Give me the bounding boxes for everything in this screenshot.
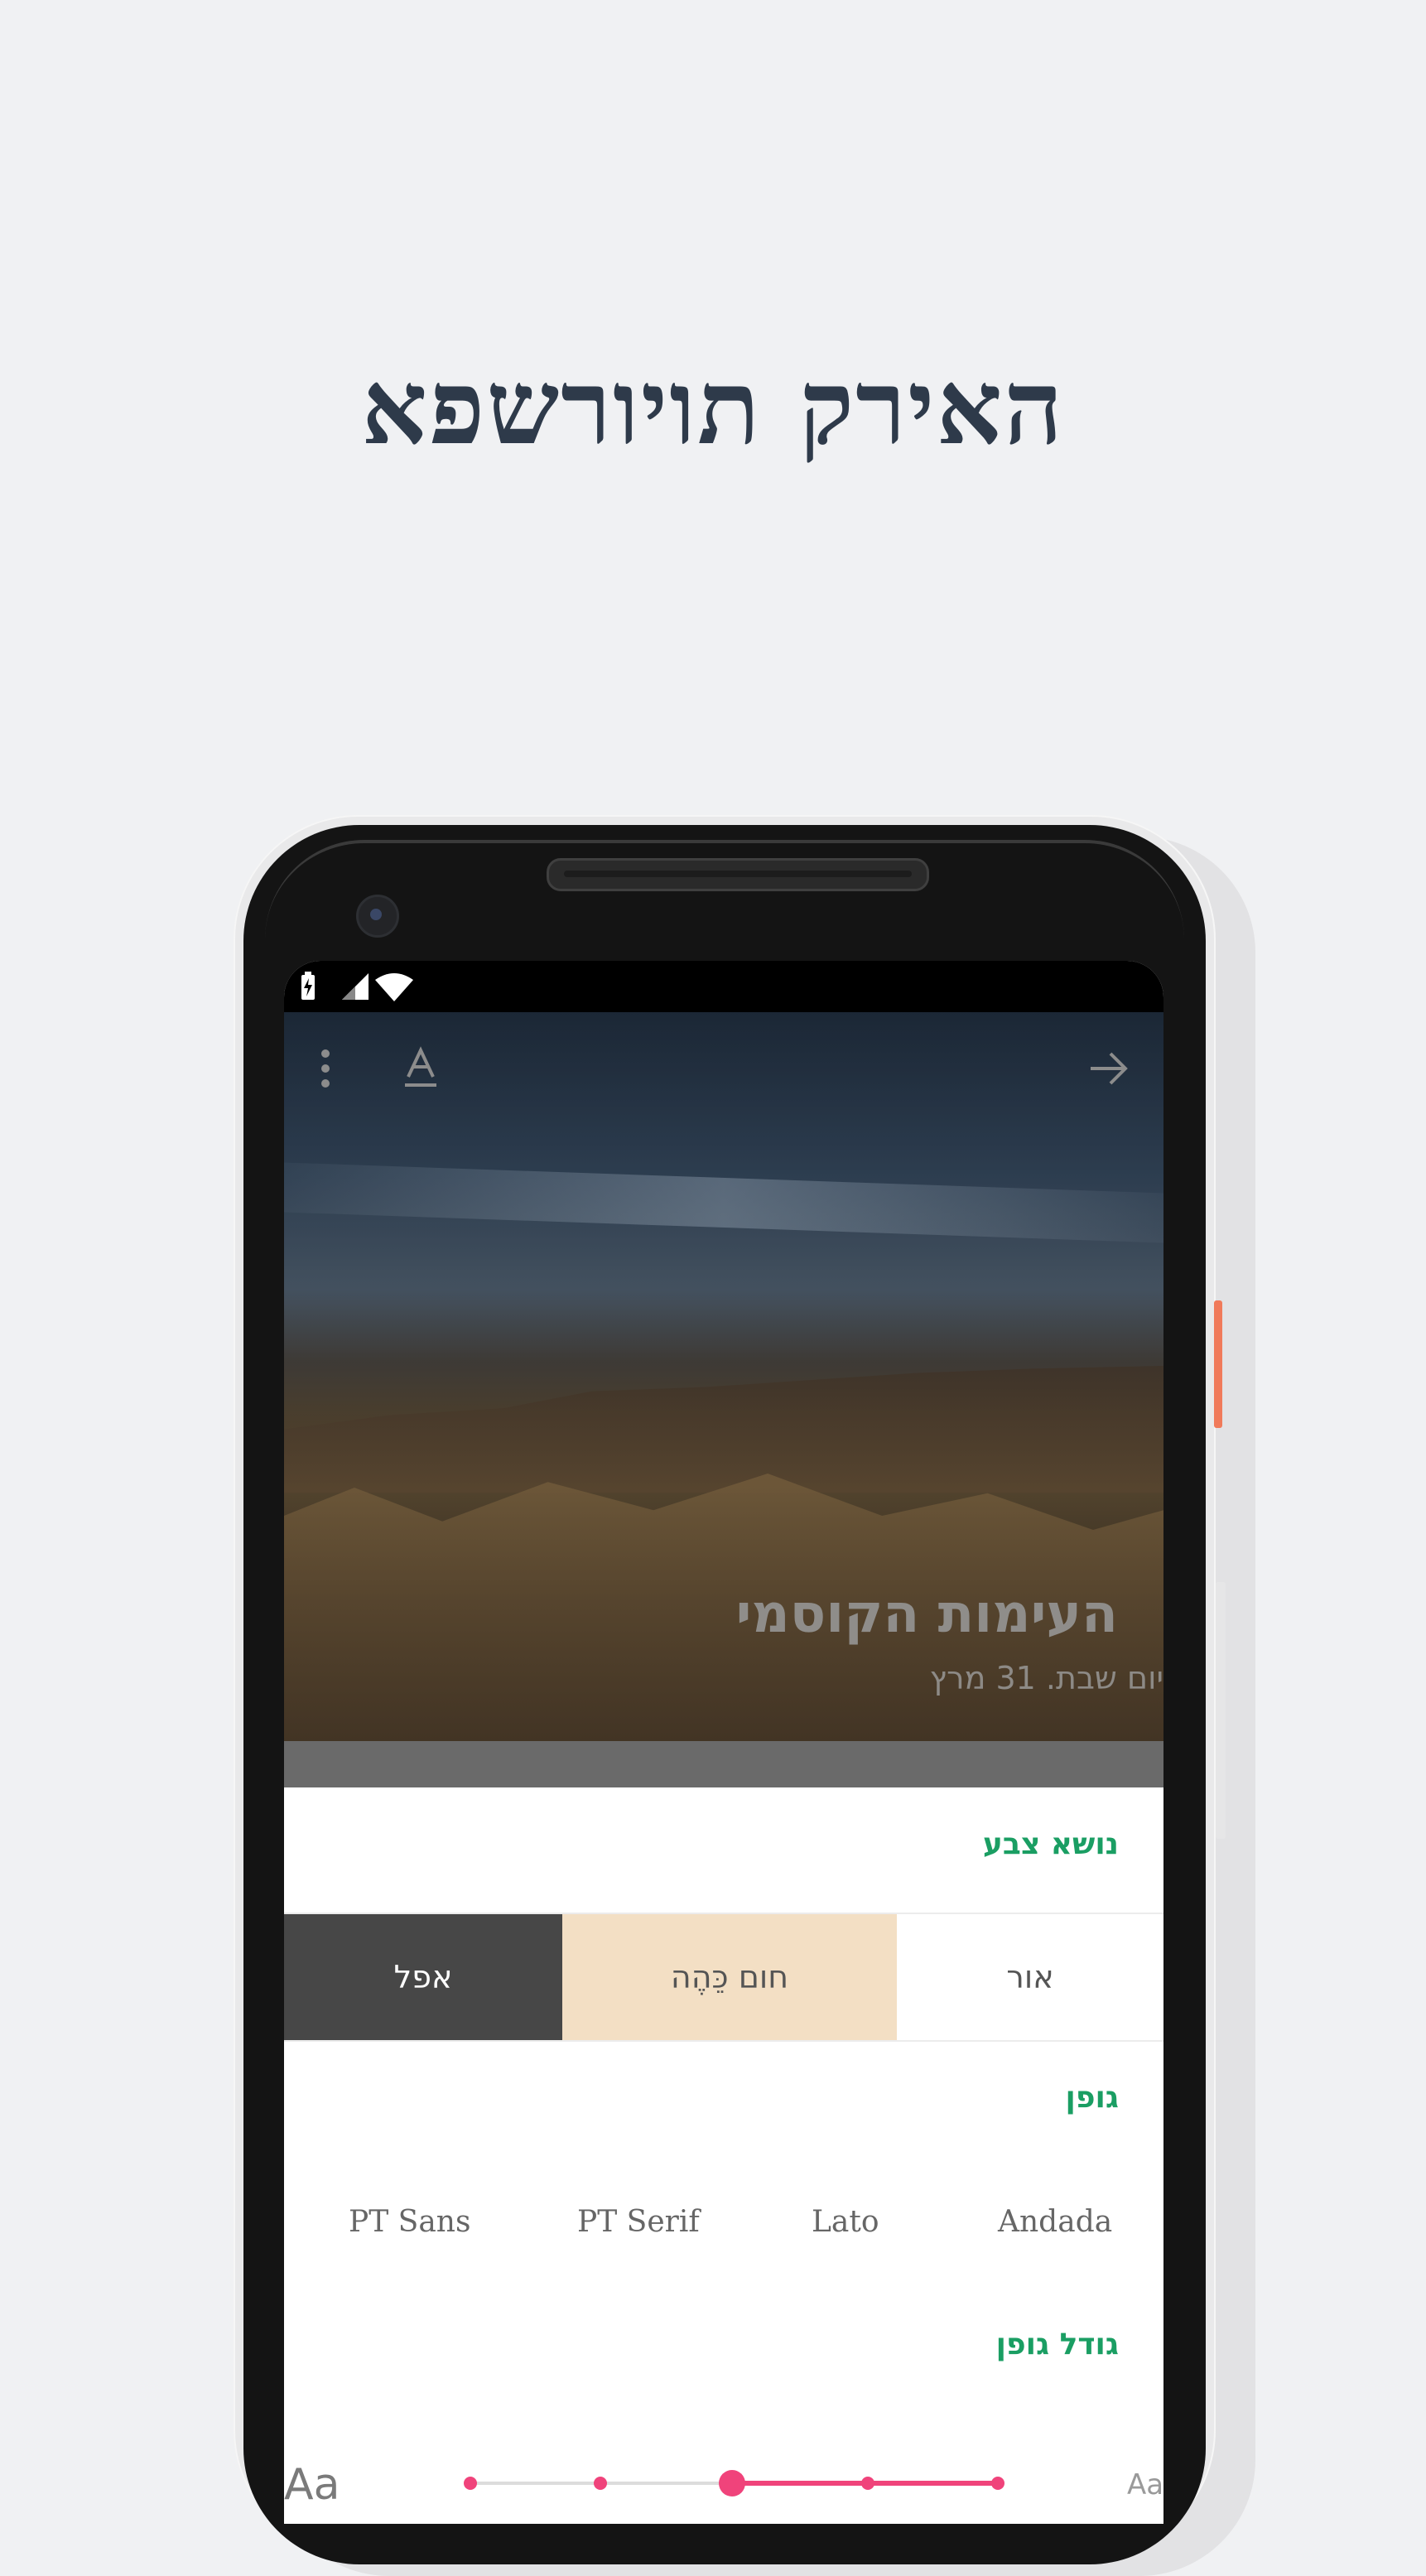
more-vert-icon[interactable] [316, 1045, 335, 1092]
battery-charging-icon [301, 972, 315, 1000]
power-button [1214, 1300, 1222, 1428]
wifi-icon [375, 973, 413, 1001]
font-size-heading: גודל גופן [995, 2328, 1119, 2361]
font-size-step-2[interactable] [594, 2477, 607, 2490]
phone-screen: העימות הקוסמי יום שבת. 31 מרץ נושא צבע א… [284, 961, 1163, 2524]
article-title: העימות הקוסמי [735, 1584, 1118, 1645]
hero-cloud [284, 1162, 1163, 1243]
sheet-scrim [284, 1741, 1163, 1787]
article-hero-image: העימות הקוסמי יום שבת. 31 מרץ [284, 1012, 1163, 1741]
theme-selector: אפל חום כֵּהֶה אור [284, 1913, 1163, 2042]
arrow-forward-icon[interactable] [1086, 1045, 1132, 1092]
volume-button [1216, 1582, 1226, 1839]
signal-icon [342, 973, 369, 1000]
font-option-lato[interactable]: Lato [812, 2205, 879, 2239]
font-size-small-label: Aa [284, 2460, 340, 2510]
font-option-pt-sans[interactable]: PT Sans [349, 2205, 470, 2239]
font-heading: גופן [1065, 2081, 1119, 2115]
font-size-step-1[interactable] [464, 2477, 477, 2490]
page-headline: האירק תויורשפא [361, 348, 1065, 468]
font-option-pt-serif[interactable]: PT Serif [577, 2205, 700, 2239]
text-format-icon[interactable] [402, 1045, 440, 1092]
front-camera [356, 895, 399, 938]
font-size-step-5[interactable] [991, 2477, 1004, 2490]
status-bar [284, 961, 1163, 1012]
font-size-large-label: Aa [1127, 2468, 1163, 2501]
theme-option-sepia[interactable]: חום כֵּהֶה [562, 1914, 897, 2040]
theme-option-dark[interactable]: אפל [284, 1914, 562, 2040]
color-theme-heading: נושא צבע [982, 1827, 1119, 1861]
font-option-andada[interactable]: Andada [998, 2205, 1112, 2239]
phone-bezel-edge [265, 840, 1184, 943]
phone-speaker [547, 858, 929, 891]
font-size-slider-thumb[interactable] [719, 2470, 745, 2496]
theme-option-light[interactable]: אור [897, 1914, 1163, 2040]
hero-ridge [284, 1366, 1163, 1493]
article-date: יום שבת. 31 מרץ [929, 1660, 1163, 1696]
font-size-step-4[interactable] [861, 2477, 874, 2490]
